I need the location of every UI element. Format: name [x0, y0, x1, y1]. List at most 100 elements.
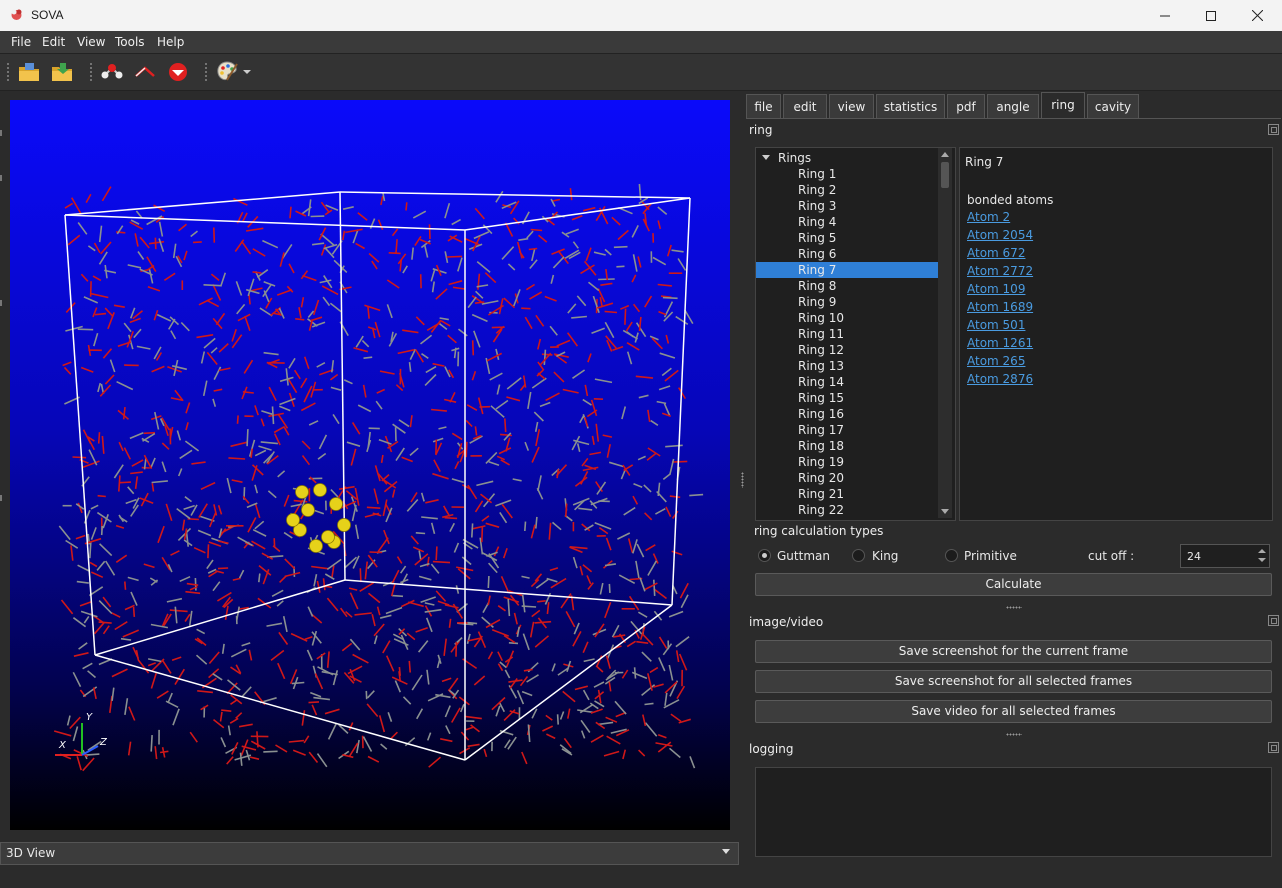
atom-sphere-icon[interactable]	[166, 60, 190, 84]
atom-link[interactable]: Atom 2876	[967, 372, 1033, 386]
minimize-button[interactable]	[1142, 0, 1188, 31]
tree-item-ring[interactable]: Ring 22	[756, 502, 939, 518]
ring-atom-sphere[interactable]	[329, 497, 343, 511]
palette-icon[interactable]	[215, 60, 239, 84]
tab-ring[interactable]: ring	[1041, 92, 1085, 119]
tree-item-ring[interactable]: Ring 18	[756, 438, 939, 454]
close-button[interactable]	[1234, 0, 1280, 31]
atom-link[interactable]: Atom 2054	[967, 228, 1033, 242]
save-screenshot-current-button[interactable]: Save screenshot for the current frame	[755, 640, 1272, 663]
oxygen-bond	[447, 334, 457, 344]
spin-down-icon[interactable]	[1258, 558, 1266, 562]
tree-item-ring[interactable]: Ring 19	[756, 454, 939, 470]
atom-link[interactable]: Atom 2772	[967, 264, 1033, 278]
ring-atom-sphere[interactable]	[286, 513, 300, 527]
tree-item-ring[interactable]: Ring 2	[756, 182, 939, 198]
tab-file[interactable]: file	[746, 94, 781, 118]
atom-link[interactable]: Atom 1689	[967, 300, 1033, 314]
open-folder-icon[interactable]	[17, 60, 41, 84]
radio-guttman-label[interactable]: Guttman	[777, 549, 830, 563]
radio-primitive[interactable]	[945, 549, 958, 562]
ring-atom-sphere[interactable]	[313, 483, 327, 497]
radio-king-label[interactable]: King	[872, 549, 898, 563]
atom-link[interactable]: Atom 109	[967, 282, 1025, 296]
atom-link[interactable]: Atom 2	[967, 210, 1010, 224]
tree-item-ring[interactable]: Ring 21	[756, 486, 939, 502]
tree-item-ring[interactable]: Ring 16	[756, 406, 939, 422]
tree-root-rings[interactable]: Rings	[756, 150, 941, 166]
tree-item-ring[interactable]: Ring 11	[756, 326, 939, 342]
save-video-button[interactable]: Save video for all selected frames	[755, 700, 1272, 723]
tab-edit[interactable]: edit	[783, 94, 827, 118]
tree-item-ring[interactable]: Ring 13	[756, 358, 939, 374]
tab-statistics[interactable]: statistics	[876, 94, 945, 118]
spin-up-icon[interactable]	[1258, 549, 1266, 553]
toolbar-grip-3[interactable]	[204, 62, 208, 82]
tab-angle[interactable]: angle	[987, 94, 1039, 118]
tree-scrollbar[interactable]	[938, 148, 952, 518]
radio-primitive-label[interactable]: Primitive	[964, 549, 1017, 563]
molecular-structure-canvas[interactable]: Y X Z	[10, 100, 730, 830]
tree-item-ring[interactable]: Ring 3	[756, 198, 939, 214]
atom-link[interactable]: Atom 265	[967, 354, 1025, 368]
ring-atom-sphere[interactable]	[321, 530, 335, 544]
dropdown-arrow-icon[interactable]	[242, 68, 252, 76]
scroll-up-icon[interactable]	[941, 152, 949, 157]
tree-item-ring[interactable]: Ring 10	[756, 310, 939, 326]
tree-item-ring[interactable]: Ring 14	[756, 374, 939, 390]
rings-tree[interactable]: Rings Ring 1 Ring 2 Ring 3 Ring 4 Ring 5 Ring…	[755, 147, 956, 521]
tree-item-ring[interactable]: Ring 15	[756, 390, 939, 406]
view-mode-select[interactable]: 3D View	[0, 842, 739, 865]
menu-help[interactable]: Help	[157, 35, 184, 49]
logging-output[interactable]	[755, 767, 1272, 857]
tab-view[interactable]: view	[829, 94, 874, 118]
tab-cavity[interactable]: cavity	[1087, 94, 1139, 118]
section-resize-handle[interactable]	[1006, 733, 1022, 736]
cutoff-value[interactable]: 24	[1187, 550, 1201, 563]
toolbar-grip-2[interactable]	[89, 62, 93, 82]
calculate-button[interactable]: Calculate	[755, 573, 1272, 596]
tree-item-ring[interactable]: Ring 6	[756, 246, 939, 262]
float-dock-icon[interactable]	[1268, 742, 1279, 753]
silicon-bond	[72, 726, 79, 742]
tab-pdf[interactable]: pdf	[947, 94, 985, 118]
tree-item-ring[interactable]: Ring 17	[756, 422, 939, 438]
tree-item-ring[interactable]: Ring 4	[756, 214, 939, 230]
menu-edit[interactable]: Edit	[42, 35, 65, 49]
tree-item-ring[interactable]: Ring 7	[756, 262, 939, 278]
molecule-bond-icon[interactable]	[100, 60, 124, 84]
ring-atom-sphere[interactable]	[309, 539, 323, 553]
angle-icon[interactable]	[133, 60, 157, 84]
splitter-handle[interactable]	[741, 472, 744, 488]
float-dock-icon[interactable]	[1268, 615, 1279, 626]
atom-link[interactable]: Atom 1261	[967, 336, 1033, 350]
atom-link[interactable]: Atom 672	[967, 246, 1025, 260]
open-project-icon[interactable]	[50, 60, 74, 84]
maximize-button[interactable]	[1188, 0, 1234, 31]
menu-file[interactable]: File	[11, 35, 31, 49]
3d-viewport[interactable]: Y X Z	[10, 100, 730, 830]
ring-atom-sphere[interactable]	[295, 485, 309, 499]
radio-king[interactable]	[852, 549, 865, 562]
ring-atom-sphere[interactable]	[301, 503, 315, 517]
menu-view[interactable]: View	[77, 35, 105, 49]
tree-item-ring[interactable]: Ring 5	[756, 230, 939, 246]
radio-guttman[interactable]	[758, 549, 771, 562]
scroll-thumb[interactable]	[941, 162, 949, 188]
float-dock-icon[interactable]	[1268, 124, 1279, 135]
toolbar-grip[interactable]	[6, 62, 10, 82]
atom-link[interactable]: Atom 501	[967, 318, 1025, 332]
save-screenshot-all-button[interactable]: Save screenshot for all selected frames	[755, 670, 1272, 693]
tree-item-ring[interactable]: Ring 12	[756, 342, 939, 358]
tree-item-ring[interactable]: Ring 8	[756, 278, 939, 294]
section-resize-handle[interactable]	[1006, 606, 1022, 609]
menu-tools[interactable]: Tools	[115, 35, 145, 49]
chevron-down-icon[interactable]	[762, 155, 770, 160]
silicon-bond	[495, 705, 501, 717]
cutoff-spinbox[interactable]: 24	[1180, 544, 1270, 568]
tree-item-ring[interactable]: Ring 20	[756, 470, 939, 486]
ring-atom-sphere[interactable]	[337, 518, 351, 532]
scroll-down-icon[interactable]	[941, 509, 949, 514]
tree-item-ring[interactable]: Ring 1	[756, 166, 939, 182]
tree-item-ring[interactable]: Ring 9	[756, 294, 939, 310]
